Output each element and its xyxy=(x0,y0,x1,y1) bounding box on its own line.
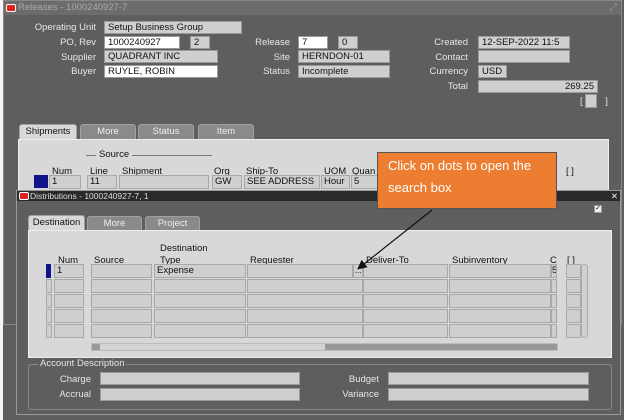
callout-arrow xyxy=(357,209,433,270)
